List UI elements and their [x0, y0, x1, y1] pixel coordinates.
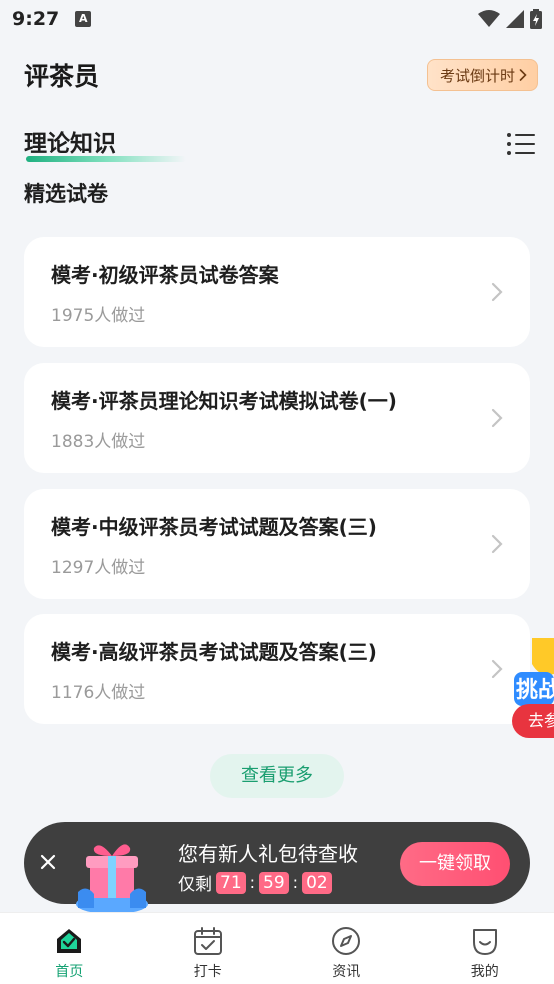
chevron-right-icon [491, 408, 503, 428]
paper-title: 模考·评茶员理论知识考试模拟试卷(一) [51, 389, 397, 413]
home-icon [57, 929, 82, 953]
promo-text: 您有新人礼包待查收 [178, 842, 358, 866]
chevron-right-icon [491, 659, 503, 679]
subsection-title: 精选试卷 [24, 182, 108, 206]
paper-card[interactable]: 模考·中级评茶员考试试题及答案(三) 1297人做过 [24, 489, 530, 599]
paper-count: 1975人做过 [51, 306, 146, 326]
new-user-gift-banner: 您有新人礼包待查收 仅剩 71 : 59 : 02 一键领取 [24, 822, 530, 912]
tab-label: 我的 [470, 964, 499, 980]
paper-card[interactable]: 模考·评茶员理论知识考试模拟试卷(一) 1883人做过 [24, 363, 530, 473]
tab-label: 首页 [55, 964, 84, 980]
bottom-tab-bar: 首页 打卡 资讯 我的 [0, 912, 554, 984]
timer-colon: : [249, 873, 256, 892]
tab-home[interactable]: 首页 [0, 913, 139, 984]
timer-seconds: 02 [302, 871, 332, 894]
paper-title: 模考·高级评茶员考试试题及答案(三) [51, 640, 377, 664]
chevron-right-icon [491, 282, 503, 302]
paper-count: 1883人做过 [51, 432, 146, 452]
gift-box-icon [76, 844, 148, 912]
countdown-label: 考试倒计时 [439, 66, 515, 85]
notification-icon [75, 11, 92, 27]
signal-icon [506, 10, 524, 28]
claim-gift-button[interactable]: 一键领取 [400, 842, 510, 886]
view-more-button[interactable]: 查看更多 [210, 754, 344, 798]
section-header: 理论知识 [24, 124, 538, 164]
chevron-right-icon [519, 69, 527, 81]
tab-label: 打卡 [193, 964, 222, 980]
chevron-right-icon [491, 534, 503, 554]
status-time: 9:27 [12, 8, 60, 30]
paper-title: 模考·初级评茶员试卷答案 [51, 263, 279, 287]
tab-label: 资讯 [332, 964, 361, 980]
battery-icon [530, 9, 542, 29]
close-icon[interactable] [38, 852, 58, 872]
timer-colon: : [292, 873, 299, 892]
paper-card[interactable]: 模考·初级评茶员试卷答案 1975人做过 [24, 237, 530, 347]
timer-hours: 71 [216, 871, 246, 894]
section-title: 理论知识 [24, 131, 116, 157]
list-menu-icon[interactable] [506, 132, 536, 156]
paper-count: 1297人做过 [51, 558, 146, 578]
paper-title: 模考·中级评茶员考试试题及答案(三) [51, 515, 377, 539]
exam-countdown-button[interactable]: 考试倒计时 [426, 59, 538, 91]
paper-card[interactable]: 模考·高级评茶员考试试题及答案(三) 1176人做过 [24, 614, 530, 724]
remaining-label: 仅剩 [178, 875, 212, 895]
tab-profile[interactable]: 我的 [416, 913, 554, 984]
calendar-check-icon [193, 927, 222, 955]
compass-icon [332, 927, 361, 955]
challenge-go-label: 去参 [528, 711, 554, 730]
page-title: 评茶员 [24, 62, 100, 91]
challenge-badge-text: 挑战 [516, 678, 554, 703]
tab-checkin[interactable]: 打卡 [139, 913, 278, 984]
status-bar: 9:27 [0, 0, 554, 38]
profile-icon [472, 929, 497, 955]
wifi-icon [478, 10, 500, 27]
header: 评茶员 考试倒计时 [24, 56, 538, 94]
promo-countdown: 仅剩 71 : 59 : 02 [178, 870, 332, 895]
timer-minutes: 59 [259, 871, 289, 894]
paper-count: 1176人做过 [51, 683, 146, 703]
challenge-go-button[interactable]: 去参 [512, 704, 554, 738]
tab-news[interactable]: 资讯 [277, 913, 416, 984]
